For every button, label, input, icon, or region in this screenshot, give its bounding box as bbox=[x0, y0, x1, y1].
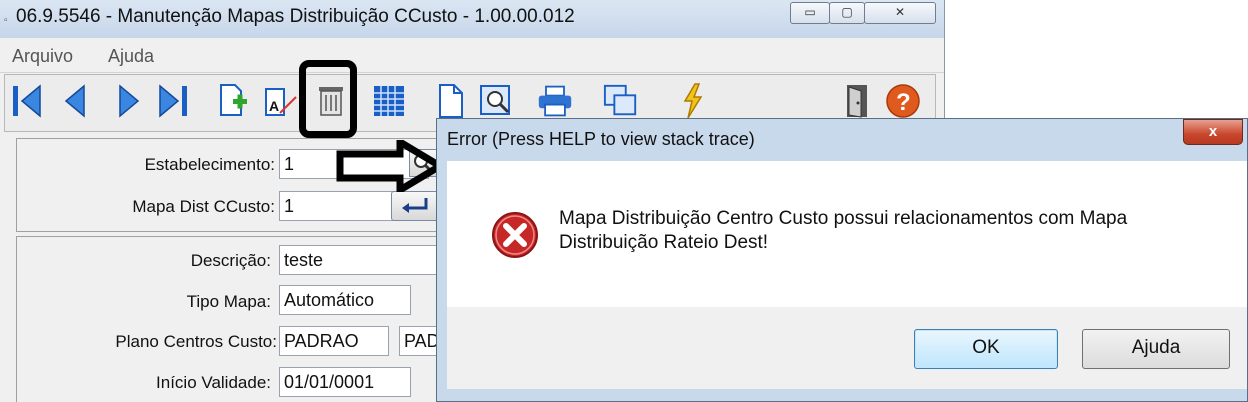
estabelecimento-label: Estabelecimento: bbox=[144, 155, 275, 174]
inicio-validade-field[interactable]: 01/01/0001 bbox=[279, 367, 411, 397]
tipo-mapa-label: Tipo Mapa: bbox=[186, 292, 271, 311]
minimize-button[interactable]: ▭ bbox=[790, 2, 830, 24]
dialog-body: Mapa Distribuição Centro Custo possui re… bbox=[447, 161, 1247, 307]
exit-door-icon[interactable] bbox=[839, 82, 875, 120]
plano-centros-custo-label: Plano Centros Custo: bbox=[115, 332, 277, 351]
window-title: 06.9.5546 - Manutenção Mapas Distribuiçã… bbox=[16, 6, 575, 27]
ok-button[interactable]: OK bbox=[914, 329, 1058, 369]
maximize-button[interactable]: ▢ bbox=[829, 2, 865, 24]
dialog-footer: OK Ajuda bbox=[447, 307, 1247, 389]
tipo-mapa-field[interactable]: Automático bbox=[279, 285, 411, 315]
previous-record-icon[interactable] bbox=[57, 82, 93, 120]
mapa-dist-label: Mapa Dist CCusto: bbox=[132, 197, 275, 216]
annotation-arrow bbox=[336, 140, 446, 192]
menu-bar: Arquivo Ajuda bbox=[0, 40, 944, 73]
execute-lightning-icon[interactable] bbox=[675, 82, 711, 120]
search-document-icon[interactable] bbox=[479, 82, 515, 120]
dialog-close-button[interactable]: x bbox=[1183, 119, 1243, 145]
blank-page-icon[interactable] bbox=[433, 82, 469, 120]
descricao-label: Descrição: bbox=[190, 251, 271, 270]
first-record-icon[interactable] bbox=[9, 82, 45, 120]
error-message: Mapa Distribuição Centro Custo possui re… bbox=[559, 208, 1128, 253]
menu-ajuda[interactable]: Ajuda bbox=[108, 46, 154, 67]
close-window-button[interactable]: ✕ bbox=[864, 2, 936, 24]
next-record-icon[interactable] bbox=[111, 82, 147, 120]
svg-text:?: ? bbox=[896, 89, 911, 116]
error-dialog: Error (Press HELP to view stack trace) x… bbox=[436, 118, 1248, 402]
delete-highlight-box bbox=[299, 60, 357, 138]
title-bar: ▫ 06.9.5546 - Manutenção Mapas Distribui… bbox=[0, 0, 944, 38]
dialog-title: Error (Press HELP to view stack trace) bbox=[447, 129, 755, 149]
help-button[interactable]: Ajuda bbox=[1082, 329, 1230, 369]
edit-record-icon[interactable]: A bbox=[263, 82, 299, 120]
plano-centros-custo-field[interactable]: PADRAO bbox=[279, 326, 389, 356]
svg-text:A: A bbox=[269, 98, 279, 114]
copy-icon[interactable] bbox=[603, 82, 639, 120]
new-record-icon[interactable] bbox=[215, 82, 251, 120]
window-menu-icon[interactable]: ▫ bbox=[4, 15, 8, 26]
inicio-validade-label: Início Validade: bbox=[156, 373, 271, 392]
go-to-record-button[interactable] bbox=[391, 191, 439, 221]
table-view-icon[interactable] bbox=[371, 82, 407, 120]
last-record-icon[interactable] bbox=[155, 82, 191, 120]
help-icon[interactable]: ? bbox=[885, 82, 921, 120]
menu-arquivo[interactable]: Arquivo bbox=[12, 46, 73, 67]
error-icon bbox=[492, 212, 538, 258]
print-icon[interactable] bbox=[537, 82, 573, 120]
